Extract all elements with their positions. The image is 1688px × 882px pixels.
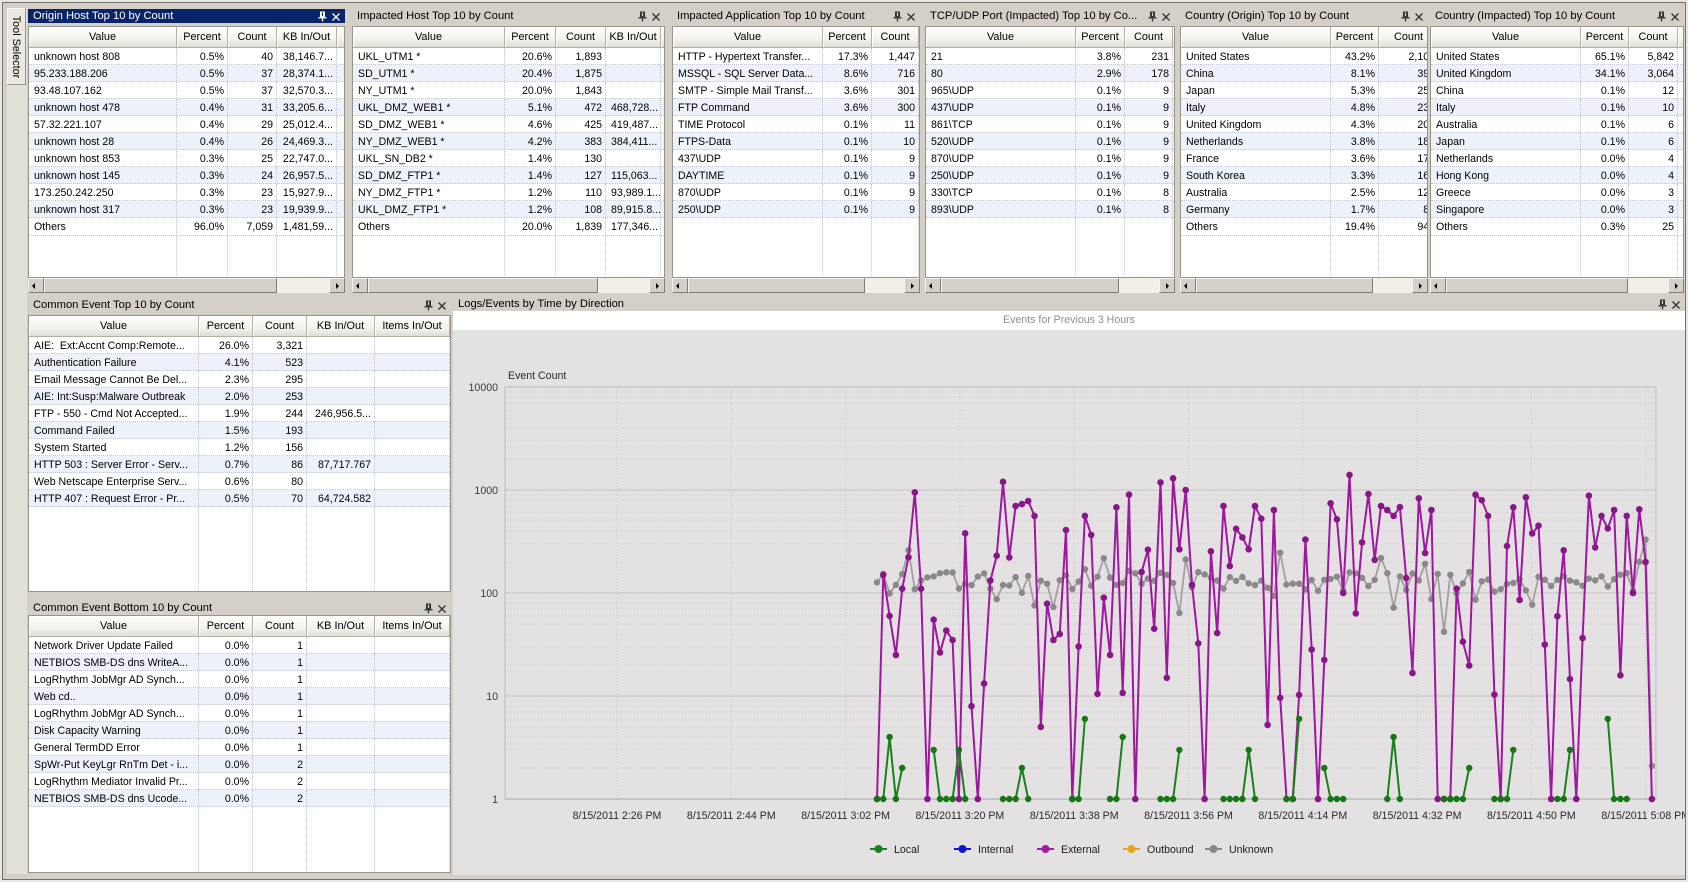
svg-text:Outbound: Outbound	[1147, 844, 1194, 856]
svg-text:8/15/2011 2:44 PM: 8/15/2011 2:44 PM	[687, 810, 776, 822]
svg-text:External: External	[1061, 844, 1100, 856]
svg-text:8/15/2011 3:56 PM: 8/15/2011 3:56 PM	[1144, 810, 1233, 822]
svg-text:8/15/2011 4:32 PM: 8/15/2011 4:32 PM	[1373, 810, 1462, 822]
svg-text:Unknown: Unknown	[1229, 844, 1273, 856]
svg-text:Event Count: Event Count	[508, 370, 566, 382]
svg-text:8/15/2011 4:50 PM: 8/15/2011 4:50 PM	[1487, 810, 1576, 822]
svg-text:1: 1	[492, 794, 498, 806]
svg-text:10: 10	[486, 691, 498, 703]
svg-text:8/15/2011 3:20 PM: 8/15/2011 3:20 PM	[916, 810, 1005, 822]
svg-text:Local: Local	[894, 844, 919, 856]
svg-text:1000: 1000	[474, 485, 498, 497]
svg-text:8/15/2011 2:26 PM: 8/15/2011 2:26 PM	[573, 810, 662, 822]
svg-text:8/15/2011 3:02 PM: 8/15/2011 3:02 PM	[801, 810, 890, 822]
svg-text:8/15/2011 3:38 PM: 8/15/2011 3:38 PM	[1030, 810, 1119, 822]
svg-text:8/15/2011 5:08 PM: 8/15/2011 5:08 PM	[1601, 810, 1685, 822]
svg-text:100: 100	[480, 588, 498, 600]
svg-text:8/15/2011 4:14 PM: 8/15/2011 4:14 PM	[1258, 810, 1347, 822]
svg-text:Internal: Internal	[978, 844, 1013, 856]
svg-text:10000: 10000	[469, 382, 499, 394]
